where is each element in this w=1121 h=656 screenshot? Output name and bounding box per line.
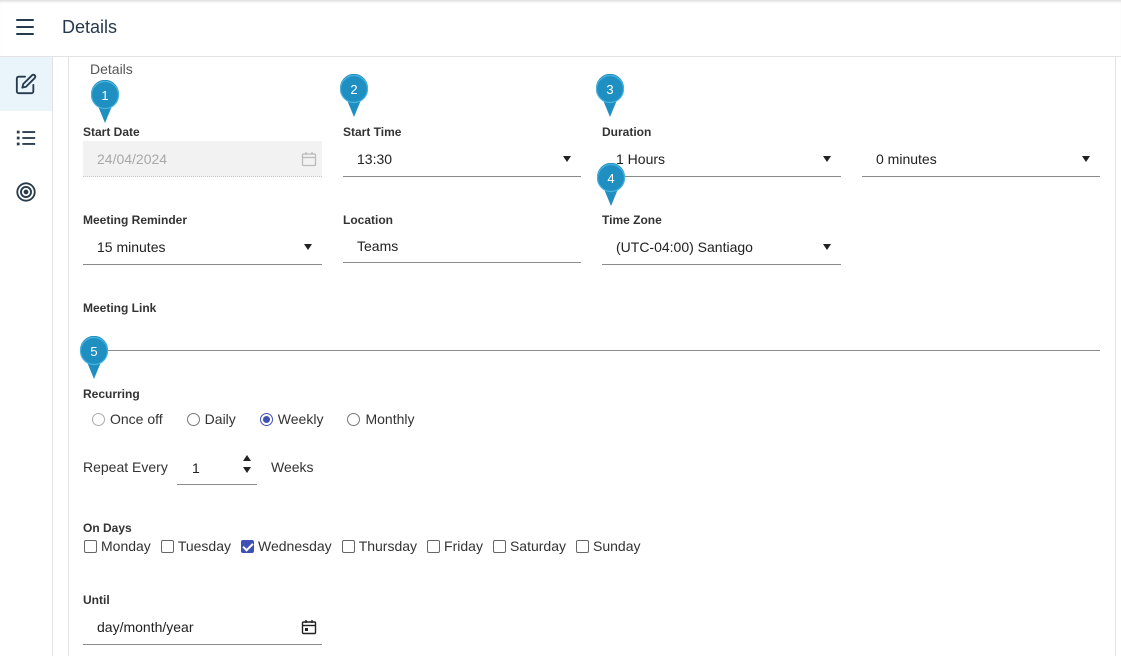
checkbox-label-thursday: Thursday xyxy=(358,538,418,554)
repeat-unit-label: Weeks xyxy=(271,459,314,475)
start-date-label: Start Date xyxy=(83,125,140,139)
recurring-radio-group: Once off Daily Weekly Monthly xyxy=(92,411,438,427)
spinner xyxy=(242,455,252,479)
section-title: Details xyxy=(90,61,133,77)
time-zone-value: (UTC-04:00) Santiago xyxy=(616,238,753,255)
sidebar-item-list[interactable] xyxy=(0,111,52,165)
start-time-value: 13:30 xyxy=(357,150,393,167)
time-zone-label: Time Zone xyxy=(602,213,662,227)
meeting-reminder-select[interactable]: 15 minutes xyxy=(83,229,322,265)
tour-marker-4: 4 xyxy=(596,163,626,206)
hamburger-menu-icon[interactable] xyxy=(16,19,34,35)
checkbox-label-tuesday: Tuesday xyxy=(177,538,231,554)
chevron-down-icon xyxy=(304,244,312,250)
radio-label-weekly: Weekly xyxy=(277,411,324,427)
radio-label-monthly: Monthly xyxy=(365,411,415,427)
tour-marker-2: 2 xyxy=(339,74,369,117)
on-days-checkbox-group: Monday Tuesday Wednesday Thursday Friday… xyxy=(84,538,650,554)
sidebar xyxy=(0,57,53,656)
radio-monthly[interactable] xyxy=(347,412,361,426)
tour-marker-5: 5 xyxy=(79,336,109,379)
start-date-field: 24/04/2024 xyxy=(83,141,322,177)
target-icon xyxy=(16,182,36,202)
checkbox-label-saturday: Saturday xyxy=(509,538,566,554)
tour-marker-3: 3 xyxy=(595,74,625,117)
checkbox-label-monday: Monday xyxy=(101,538,151,554)
checkbox-monday[interactable] xyxy=(84,539,97,553)
location-label: Location xyxy=(343,213,393,227)
checkbox-sunday[interactable] xyxy=(576,539,589,553)
checkbox-label-wednesday: Wednesday xyxy=(258,538,332,554)
edit-icon xyxy=(15,73,37,95)
start-time-label: Start Time xyxy=(343,125,402,139)
duration-minutes-value: 0 minutes xyxy=(876,150,937,167)
duration-minutes-select[interactable]: 0 minutes xyxy=(862,141,1100,177)
location-value: Teams xyxy=(357,237,399,254)
duration-hours-select[interactable]: 1 Hours xyxy=(602,141,841,177)
checkbox-friday[interactable] xyxy=(427,539,441,553)
duration-label: Duration xyxy=(602,125,652,139)
calendar-icon[interactable] xyxy=(301,619,317,635)
checkbox-label-sunday: Sunday xyxy=(593,538,641,554)
top-bar: Details xyxy=(0,0,1121,57)
tour-marker-2-number: 2 xyxy=(350,82,357,97)
meeting-link-input[interactable] xyxy=(83,315,1100,351)
radio-daily[interactable] xyxy=(186,412,200,426)
tour-marker-4-number: 4 xyxy=(607,171,614,186)
spin-up-icon[interactable] xyxy=(243,455,251,461)
chevron-down-icon xyxy=(823,156,831,162)
page-title: Details xyxy=(62,17,118,37)
tour-marker-1: 1 xyxy=(90,80,120,123)
chevron-down-icon xyxy=(823,244,831,250)
until-date-input[interactable]: day/month/year xyxy=(83,609,322,645)
tour-marker-3-number: 3 xyxy=(606,82,613,97)
checkbox-tuesday[interactable] xyxy=(160,539,174,553)
start-date-value: 24/04/2024 xyxy=(97,150,168,167)
checkbox-wednesday[interactable] xyxy=(241,539,254,553)
sidebar-item-target[interactable] xyxy=(0,165,52,219)
radio-weekly[interactable] xyxy=(259,412,273,426)
start-time-select[interactable]: 13:30 xyxy=(343,141,581,177)
until-placeholder: day/month/year xyxy=(97,618,194,635)
radio-label-daily: Daily xyxy=(204,411,236,427)
meeting-reminder-value: 15 minutes xyxy=(97,238,166,255)
time-zone-select[interactable]: (UTC-04:00) Santiago xyxy=(602,229,841,265)
repeat-every-stepper[interactable]: 1 xyxy=(177,452,257,485)
meeting-link-label: Meeting Link xyxy=(83,301,157,315)
checkbox-saturday[interactable] xyxy=(492,539,506,553)
sidebar-item-edit[interactable] xyxy=(0,57,52,111)
radio-label-once-off: Once off xyxy=(110,411,163,427)
spin-down-icon[interactable] xyxy=(243,467,251,473)
repeat-every-label: Repeat Every xyxy=(83,459,168,475)
chevron-down-icon xyxy=(563,156,571,162)
on-days-label: On Days xyxy=(83,521,132,535)
until-label: Until xyxy=(83,593,110,607)
repeat-every-value: 1 xyxy=(192,460,200,476)
recurring-label: Recurring xyxy=(83,387,140,401)
tour-marker-1-number: 1 xyxy=(101,88,108,103)
radio-once-off[interactable] xyxy=(92,412,105,426)
tour-marker-5-number: 5 xyxy=(90,344,97,359)
location-input[interactable]: Teams xyxy=(343,229,581,263)
meeting-reminder-label: Meeting Reminder xyxy=(83,213,188,227)
list-icon xyxy=(16,130,36,146)
calendar-icon xyxy=(301,152,317,167)
checkbox-label-friday: Friday xyxy=(444,538,483,554)
chevron-down-icon xyxy=(1082,156,1090,162)
checkbox-thursday[interactable] xyxy=(341,539,355,553)
